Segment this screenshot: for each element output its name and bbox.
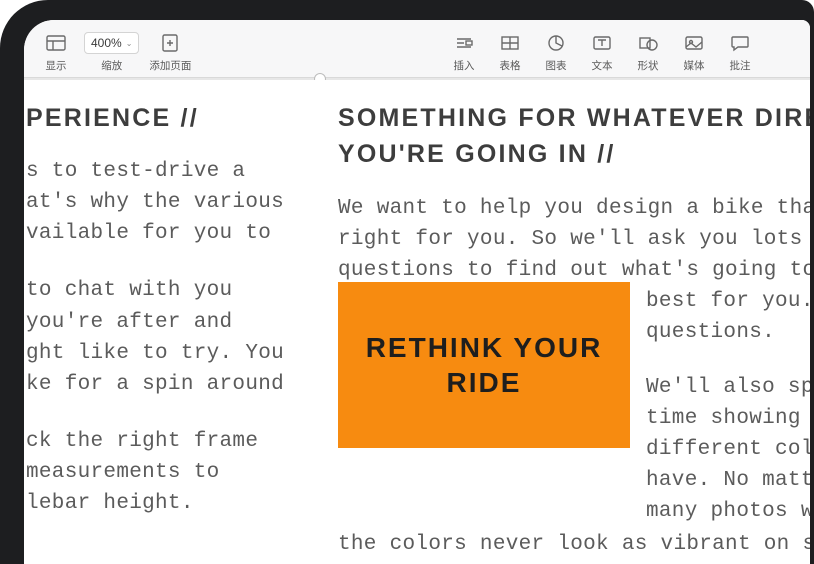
toolbar-left-group: 显示 400% ⌄ 缩放 添加 xyxy=(34,30,195,75)
add-page-icon xyxy=(157,32,183,54)
add-page-label: 添加页面 xyxy=(149,58,191,73)
comment-label: 批注 xyxy=(730,58,751,73)
table-button[interactable]: 表格 xyxy=(488,30,532,75)
text-button[interactable]: 文本 xyxy=(580,30,624,75)
insert-label: 插入 xyxy=(454,58,475,73)
table-icon xyxy=(497,32,523,54)
left-para-1[interactable]: s to test-drive a at's why the various v… xyxy=(26,156,322,249)
text-label: 文本 xyxy=(592,58,613,73)
comment-button[interactable]: 批注 xyxy=(718,30,762,75)
right-para-bottom[interactable]: the colors never look as vibrant on s pa… xyxy=(338,529,810,564)
media-label: 媒体 xyxy=(684,58,705,73)
text-icon xyxy=(589,32,615,54)
right-heading[interactable]: SOMETHING FOR WHATEVER DIREC YOU'RE GOIN… xyxy=(338,100,810,173)
shape-icon xyxy=(635,32,661,54)
chart-button[interactable]: 图表 xyxy=(534,30,578,75)
right-para-top[interactable]: We want to help you design a bike tha ri… xyxy=(338,193,810,286)
chevron-down-icon: ⌄ xyxy=(126,39,133,48)
insert-button[interactable]: 插入 xyxy=(442,30,486,75)
callout-box[interactable]: RETHINK YOUR RIDE xyxy=(338,282,630,448)
shape-label: 形状 xyxy=(638,58,659,73)
shape-button[interactable]: 形状 xyxy=(626,30,670,75)
toolbar-right-group: 插入 表格 图表 文本 xyxy=(442,30,762,75)
media-icon xyxy=(681,32,707,54)
table-label: 表格 xyxy=(500,58,521,73)
page-columns: PERIENCE // s to test-drive a at's why t… xyxy=(24,100,810,564)
left-para-2[interactable]: to chat with you you're after and ght li… xyxy=(26,275,322,399)
zoom-button[interactable]: 400% ⌄ 缩放 xyxy=(80,30,143,75)
wrap-line-6: have. No matte xyxy=(338,465,810,496)
comment-icon xyxy=(727,32,753,54)
device-bezel: 显示 400% ⌄ 缩放 添加 xyxy=(0,0,814,564)
media-button[interactable]: 媒体 xyxy=(672,30,716,75)
toolbar: 显示 400% ⌄ 缩放 添加 xyxy=(24,20,810,78)
left-para-3[interactable]: ck the right frame measurements to lebar… xyxy=(26,426,322,519)
zoom-select[interactable]: 400% ⌄ xyxy=(84,32,139,54)
view-button[interactable]: 显示 xyxy=(34,30,78,75)
view-icon xyxy=(43,32,69,54)
left-heading[interactable]: PERIENCE // xyxy=(26,100,322,136)
screen: 显示 400% ⌄ 缩放 添加 xyxy=(24,20,810,564)
chart-label: 图表 xyxy=(546,58,567,73)
add-page-button[interactable]: 添加页面 xyxy=(145,30,195,75)
zoom-value: 400% xyxy=(91,36,122,50)
insert-icon xyxy=(451,32,477,54)
right-column: SOMETHING FOR WHATEVER DIREC YOU'RE GOIN… xyxy=(322,100,810,564)
callout-text: RETHINK YOUR RIDE xyxy=(348,330,620,400)
left-column: PERIENCE // s to test-drive a at's why t… xyxy=(24,100,322,564)
zoom-label: 缩放 xyxy=(101,58,122,73)
view-label: 显示 xyxy=(46,58,67,73)
document-canvas[interactable]: PERIENCE // s to test-drive a at's why t… xyxy=(24,80,810,564)
chart-icon xyxy=(543,32,569,54)
zoom-select-icon: 400% ⌄ xyxy=(84,32,139,54)
wrap-line-7: many photos we xyxy=(338,496,810,527)
